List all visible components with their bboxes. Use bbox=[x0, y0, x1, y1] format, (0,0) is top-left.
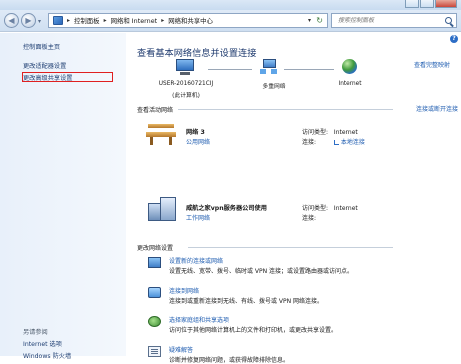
map-connector bbox=[208, 69, 252, 70]
internet-globe-icon bbox=[342, 59, 357, 74]
breadcrumb-control-panel[interactable]: 控制面板 bbox=[74, 16, 100, 25]
see-also-heading: 另请参阅 bbox=[23, 329, 48, 336]
active-networks-heading: 查看活动网络 bbox=[137, 107, 174, 114]
search-box[interactable] bbox=[331, 13, 457, 28]
minimize-button[interactable] bbox=[405, 0, 419, 8]
multiple-networks-label: 多重网络 bbox=[262, 84, 286, 90]
breadcrumb-network-sharing-center[interactable]: 网络和共享中心 bbox=[168, 16, 213, 25]
address-dropdown-icon[interactable]: ▾ bbox=[308, 17, 311, 24]
chevron-right-icon[interactable]: ▸ bbox=[161, 17, 164, 24]
network-setup-icon bbox=[148, 257, 161, 268]
divider bbox=[188, 247, 393, 248]
task-description: 设置无线、宽带、拨号、临时或 VPN 连接；或设置路由器或访问点。 bbox=[169, 268, 354, 275]
troubleshoot-link[interactable]: 疑难解答 bbox=[169, 345, 193, 354]
highlight-box bbox=[22, 72, 113, 82]
back-arrow-icon[interactable]: ◀ bbox=[4, 13, 19, 28]
forward-arrow-icon[interactable]: ▶ bbox=[21, 13, 36, 28]
main-pane: ? 查看基本网络信息并设置连接 查看完整映射 USER-20160721CIJ … bbox=[126, 33, 461, 364]
control-panel-home-link[interactable]: 控制面板主页 bbox=[23, 42, 60, 51]
task-description: 连接到或重新连接到无线、有线、拨号或 VPN 网络连接。 bbox=[169, 298, 324, 305]
see-full-map-link[interactable]: 查看完整映射 bbox=[414, 60, 450, 69]
troubleshoot-icon bbox=[148, 346, 161, 357]
task-description: 访问位于其他网络计算机上的文件和打印机，或更改共享设置。 bbox=[169, 327, 338, 334]
left-pane: 控制面板主页 更改适配器设置 更改高级共享设置 另请参阅 Internet 选项… bbox=[0, 33, 126, 360]
internet-label: Internet bbox=[338, 81, 362, 87]
search-icon[interactable] bbox=[445, 17, 452, 24]
setup-connection-link[interactable]: 设置新的连接或网络 bbox=[169, 256, 223, 265]
network-type-link[interactable]: 工作网络 bbox=[186, 213, 210, 222]
connections-row: 连接: bbox=[302, 215, 317, 222]
connection-signal-icon bbox=[333, 140, 339, 145]
network-type-link[interactable]: 公用网络 bbox=[186, 137, 210, 146]
access-type-row: 访问类型: Internet bbox=[302, 129, 358, 136]
network-name: 威航之家vpn服务器公司使用 bbox=[186, 205, 267, 212]
search-input[interactable] bbox=[338, 17, 438, 24]
multiple-networks-icon bbox=[260, 59, 278, 75]
computer-icon bbox=[176, 59, 194, 75]
maximize-button[interactable] bbox=[420, 0, 434, 8]
connect-network-link[interactable]: 连接到网络 bbox=[169, 286, 199, 295]
help-icon[interactable]: ? bbox=[450, 35, 458, 43]
map-connector bbox=[284, 69, 334, 70]
local-connection-link[interactable]: 本地连接 bbox=[341, 139, 365, 146]
address-bar[interactable]: ▸ 控制面板 ▸ 网络和 Internet ▸ 网络和共享中心 ▾ ↻ bbox=[48, 13, 328, 28]
history-dropdown-icon[interactable]: ▾ bbox=[38, 18, 45, 25]
control-panel-icon bbox=[53, 16, 63, 25]
title-bar bbox=[0, 0, 461, 10]
window-controls bbox=[405, 0, 457, 8]
homegroup-options-link[interactable]: 选择家庭组和共享选项 bbox=[169, 315, 229, 324]
divider bbox=[178, 109, 393, 110]
task-description: 诊断并修复网络问题，或获得故障排除信息。 bbox=[169, 357, 290, 364]
work-network-building-icon[interactable] bbox=[148, 197, 176, 221]
internet-options-link[interactable]: Internet 选项 bbox=[23, 339, 62, 348]
access-type-row: 访问类型: Internet bbox=[302, 205, 358, 212]
network-sharing-window: ◀ ▶ ▾ ▸ 控制面板 ▸ 网络和 Internet ▸ 网络和共享中心 ▾ … bbox=[0, 0, 461, 364]
homegroup-sharing-icon bbox=[148, 316, 161, 327]
change-adapter-settings-link[interactable]: 更改适配器设置 bbox=[23, 61, 66, 70]
breadcrumb-network-internet[interactable]: 网络和 Internet bbox=[111, 16, 158, 25]
close-button[interactable] bbox=[435, 0, 457, 8]
network-name: 网络 3 bbox=[186, 129, 205, 136]
connections-row: 连接: 本地连接 bbox=[302, 139, 365, 146]
navigation-bar: ◀ ▶ ▾ ▸ 控制面板 ▸ 网络和 Internet ▸ 网络和共享中心 ▾ … bbox=[0, 10, 461, 32]
public-network-bench-icon[interactable] bbox=[146, 123, 176, 145]
change-settings-heading: 更改网络设置 bbox=[137, 245, 174, 252]
connect-network-icon bbox=[148, 287, 161, 298]
chevron-right-icon[interactable]: ▸ bbox=[67, 17, 70, 24]
refresh-icon[interactable]: ↻ bbox=[316, 16, 323, 25]
chevron-right-icon[interactable]: ▸ bbox=[104, 17, 107, 24]
this-computer-label: (此计算机) bbox=[172, 93, 200, 99]
connect-disconnect-link[interactable]: 连接或断开连接 bbox=[416, 104, 458, 113]
computer-name: USER-20160721CIJ bbox=[158, 81, 214, 87]
page-title: 查看基本网络信息并设置连接 bbox=[137, 48, 257, 59]
